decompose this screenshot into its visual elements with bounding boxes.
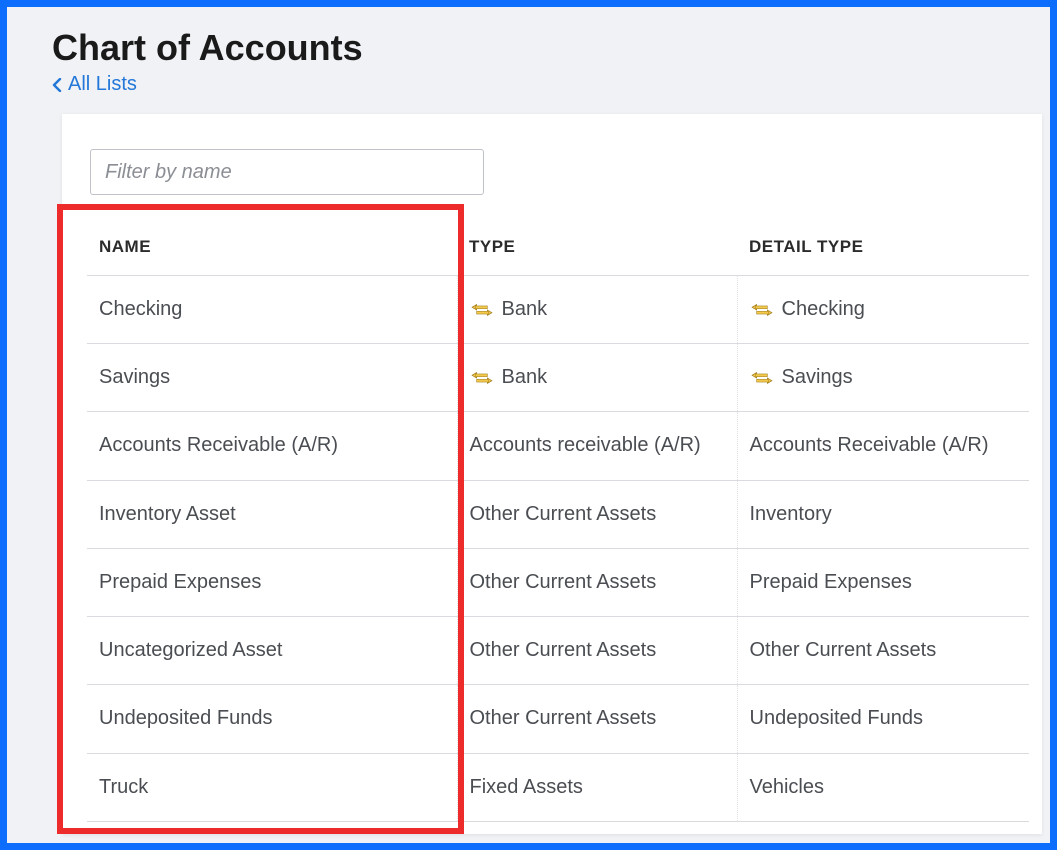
cell-name[interactable]: Checking [87,276,457,344]
cell-type-text: Other Current Assets [470,503,657,525]
table-row[interactable]: Truck Fixed Assets Vehicles [87,753,1029,821]
cell-name-text: Checking [99,298,182,320]
cell-type[interactable]: Other Current Assets [457,685,737,753]
cell-type[interactable]: Other Current Assets [457,480,737,548]
column-header-detail-type[interactable]: DETAIL TYPE [737,221,1029,276]
cell-name[interactable]: Accounts Receivable (A/R) [87,412,457,480]
cell-detail-type-text: Vehicles [750,776,825,798]
column-header-type[interactable]: TYPE [457,221,737,276]
table-row[interactable]: Uncategorized Asset Other Current Assets O… [87,617,1029,685]
header: Chart of Accounts All Lists [7,7,1050,106]
cell-detail-type-text: Checking [782,298,865,320]
cell-name[interactable]: Truck [87,753,457,821]
cell-type-text: Accounts receivable (A/R) [470,435,701,457]
cell-type[interactable]: Bank [457,276,737,344]
table-row[interactable]: Prepaid Expenses Other Current Assets Prep… [87,548,1029,616]
table-row[interactable]: Undeposited Funds Other Current Assets Und… [87,685,1029,753]
cell-detail-type[interactable]: Checking [737,276,1029,344]
column-header-name[interactable]: NAME [87,221,457,276]
swap-arrows-icon [750,301,774,319]
cell-type-text: Other Current Assets [470,639,657,661]
cell-name[interactable]: Uncategorized Asset [87,617,457,685]
cell-type-text: Other Current Assets [470,571,657,593]
table-row[interactable]: Accounts Receivable (A/R) Accounts receiv… [87,412,1029,480]
swap-arrows-icon [750,369,774,387]
app-frame: Chart of Accounts All Lists NAME TYPE DE… [0,0,1057,850]
cell-type-text: Other Current Assets [470,708,657,730]
cell-detail-type[interactable]: Accounts Receivable (A/R) [737,412,1029,480]
cell-name-text: Accounts Receivable (A/R) [99,435,338,457]
swap-arrows-icon [470,369,494,387]
filter-by-name-input[interactable] [90,149,484,195]
cell-name-text: Savings [99,366,170,388]
cell-detail-type[interactable]: Prepaid Expenses [737,548,1029,616]
back-link-all-lists[interactable]: All Lists [52,73,137,96]
cell-detail-type[interactable]: Vehicles [737,753,1029,821]
cell-type[interactable]: Bank [457,344,737,412]
cell-name[interactable]: Savings [87,344,457,412]
cell-name[interactable]: Prepaid Expenses [87,548,457,616]
cell-detail-type[interactable]: Inventory [737,480,1029,548]
swap-arrows-icon [470,301,494,319]
cell-type[interactable]: Accounts receivable (A/R) [457,412,737,480]
cell-name-text: Uncategorized Asset [99,639,282,661]
page-title: Chart of Accounts [52,27,1050,69]
cell-type-text: Bank [502,366,548,388]
cell-type-text: Bank [502,298,548,320]
cell-type[interactable]: Other Current Assets [457,617,737,685]
cell-name-text: Undeposited Funds [99,708,272,730]
cell-detail-type[interactable]: Savings [737,344,1029,412]
cell-name[interactable]: Undeposited Funds [87,685,457,753]
cell-type[interactable]: Other Current Assets [457,548,737,616]
cell-detail-type-text: Undeposited Funds [750,708,923,730]
cell-name-text: Prepaid Expenses [99,571,261,593]
chevron-left-icon [52,78,62,92]
cell-name[interactable]: Inventory Asset [87,480,457,548]
cell-type-text: Fixed Assets [470,776,583,798]
table-row[interactable]: Inventory Asset Other Current Assets Inven… [87,480,1029,548]
back-link-label: All Lists [68,73,137,96]
accounts-table: NAME TYPE DETAIL TYPE Checking Bank Chec… [87,221,1029,822]
cell-detail-type[interactable]: Other Current Assets [737,617,1029,685]
content-card: NAME TYPE DETAIL TYPE Checking Bank Chec… [62,114,1042,834]
cell-detail-type-text: Prepaid Expenses [750,571,912,593]
table-row[interactable]: Checking Bank Checking [87,276,1029,344]
cell-detail-type-text: Inventory [750,503,832,525]
cell-detail-type-text: Other Current Assets [750,639,937,661]
cell-name-text: Truck [99,776,148,798]
table-header-row: NAME TYPE DETAIL TYPE [87,221,1029,276]
cell-type[interactable]: Fixed Assets [457,753,737,821]
cell-detail-type-text: Accounts Receivable (A/R) [750,435,989,457]
cell-name-text: Inventory Asset [99,503,236,525]
cell-detail-type-text: Savings [782,366,853,388]
cell-detail-type[interactable]: Undeposited Funds [737,685,1029,753]
table-row[interactable]: Savings Bank Savings [87,344,1029,412]
